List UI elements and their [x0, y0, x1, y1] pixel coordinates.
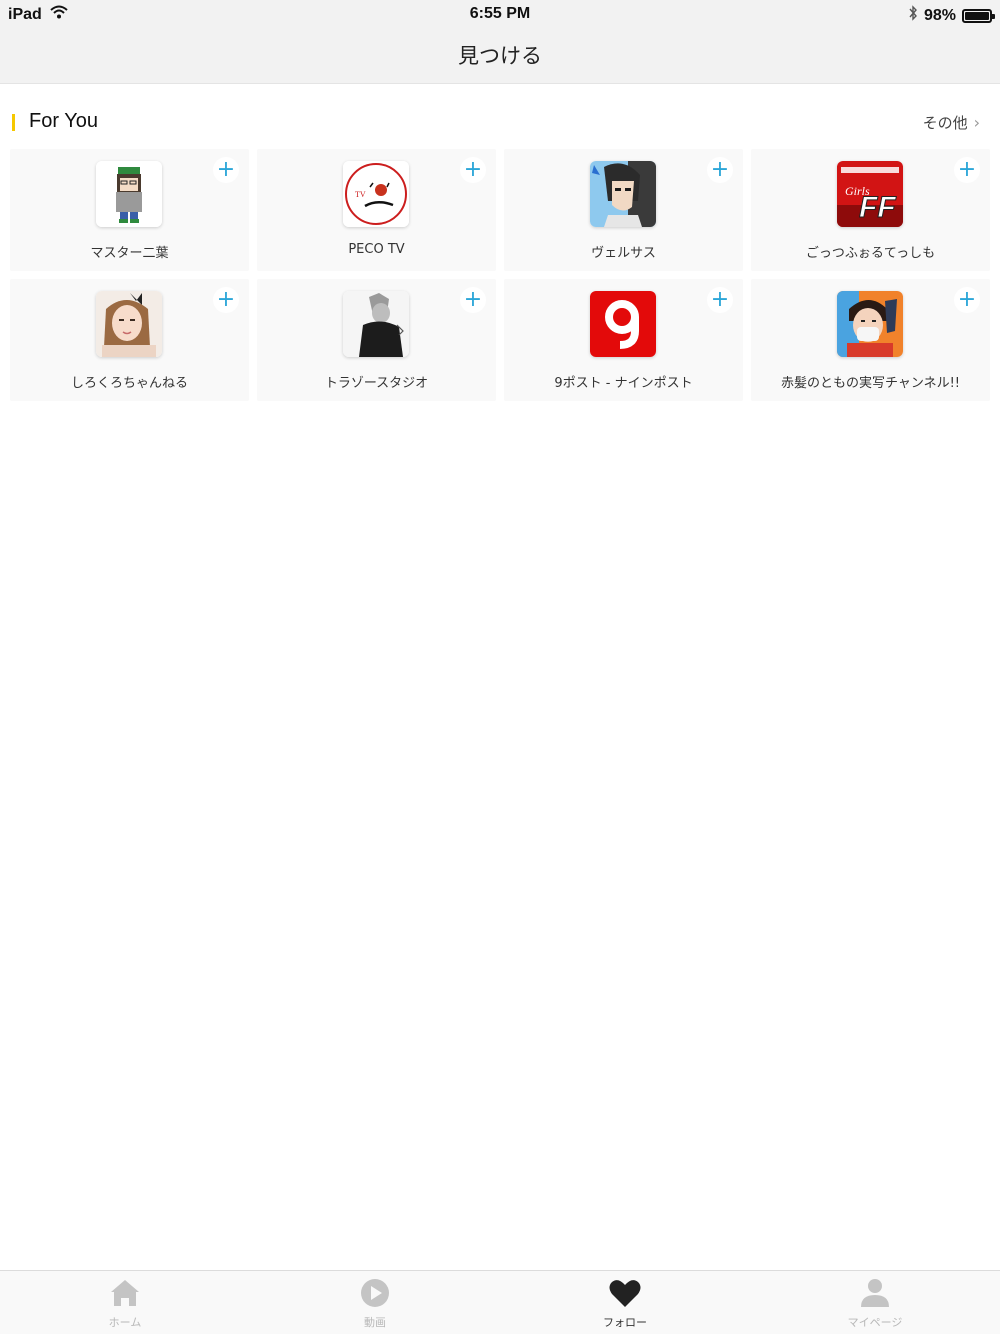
- heart-icon: [608, 1277, 642, 1309]
- section-header: For You その他 ›: [0, 108, 1000, 138]
- tab-label: ホーム: [108, 1316, 142, 1329]
- tab-label: フォロー: [603, 1316, 647, 1329]
- channel-card[interactable]: + 赤髪のともの実写チャンネル!!: [751, 279, 990, 401]
- channel-card[interactable]: + トラゾースタジオ: [257, 279, 496, 401]
- battery-icon: [962, 8, 995, 23]
- channel-card[interactable]: + しろくろちゃんねる: [10, 279, 249, 401]
- channel-card[interactable]: Girls FF + ごっつふぉるてっしも: [751, 149, 990, 271]
- photo-avatar-icon: [96, 291, 162, 357]
- person-icon: [858, 1277, 892, 1309]
- add-channel-button[interactable]: +: [954, 157, 980, 183]
- channel-name: トラゾースタジオ: [324, 376, 429, 391]
- girls-ff-logo-icon: Girls FF: [837, 161, 903, 227]
- section-accent-bar: [12, 114, 15, 131]
- svg-text:TV: TV: [355, 190, 366, 199]
- channel-name: 赤髪のともの実写チャンネル!!: [780, 376, 961, 391]
- masked-avatar-icon: [837, 291, 903, 357]
- more-link[interactable]: その他 ›: [923, 112, 980, 133]
- section-title: For You: [29, 110, 98, 132]
- channel-name: ヴェルサス: [591, 246, 656, 261]
- tab-label: マイページ: [847, 1316, 903, 1329]
- status-bar: iPad 6:55 PM 98%: [0, 0, 1000, 28]
- chevron-right-icon: ›: [973, 113, 980, 132]
- add-channel-button[interactable]: +: [213, 157, 239, 183]
- add-channel-button[interactable]: +: [213, 287, 239, 313]
- channel-name: マスター二葉: [90, 246, 169, 261]
- tab-mypage[interactable]: マイページ: [750, 1271, 1000, 1334]
- nav-bar: 見つける: [0, 28, 1000, 84]
- add-channel-button[interactable]: +: [460, 287, 486, 313]
- tab-follow[interactable]: フォロー: [500, 1271, 750, 1334]
- svg-text:FF: FF: [859, 191, 896, 224]
- channel-name: ごっつふぉるてっしも: [805, 246, 936, 261]
- add-channel-button[interactable]: +: [707, 287, 733, 313]
- channel-card[interactable]: + 9ポスト - ナインポスト: [504, 279, 743, 401]
- channel-grid: + マスター二葉 TV + PECO TV + ヴェルサス Girls FF +…: [10, 149, 990, 401]
- more-link-label: その他: [922, 114, 968, 132]
- peco-tv-logo-icon: TV: [343, 161, 409, 227]
- avatar-illustration-icon: [96, 161, 162, 227]
- page-title: 見つける: [458, 44, 542, 68]
- battery-percent: 98%: [923, 6, 956, 24]
- add-channel-button[interactable]: +: [954, 287, 980, 313]
- channel-card[interactable]: + ヴェルサス: [504, 149, 743, 271]
- tab-home[interactable]: ホーム: [0, 1271, 250, 1334]
- monochrome-avatar-icon: [343, 291, 409, 357]
- channel-card[interactable]: TV + PECO TV: [257, 149, 496, 271]
- tab-bar: ホーム 動画 フォロー マイページ: [0, 1270, 1000, 1334]
- channel-card[interactable]: + マスター二葉: [10, 149, 249, 271]
- channel-name: しろくろちゃんねる: [70, 376, 188, 391]
- battery-fill: [965, 11, 989, 20]
- anime-avatar-icon: [590, 161, 656, 227]
- nine-post-logo-icon: [590, 291, 656, 357]
- home-icon: [108, 1277, 142, 1309]
- tab-videos[interactable]: 動画: [250, 1271, 500, 1334]
- play-icon: [358, 1277, 392, 1309]
- add-channel-button[interactable]: +: [460, 157, 486, 183]
- channel-name: 9ポスト - ナインポスト: [554, 376, 693, 391]
- status-right: 98%: [908, 5, 995, 26]
- add-channel-button[interactable]: +: [707, 157, 733, 183]
- bluetooth-icon: [908, 5, 918, 26]
- channel-name: PECO TV: [348, 242, 405, 257]
- clock: 6:55 PM: [469, 5, 531, 22]
- tab-label: 動画: [364, 1316, 386, 1329]
